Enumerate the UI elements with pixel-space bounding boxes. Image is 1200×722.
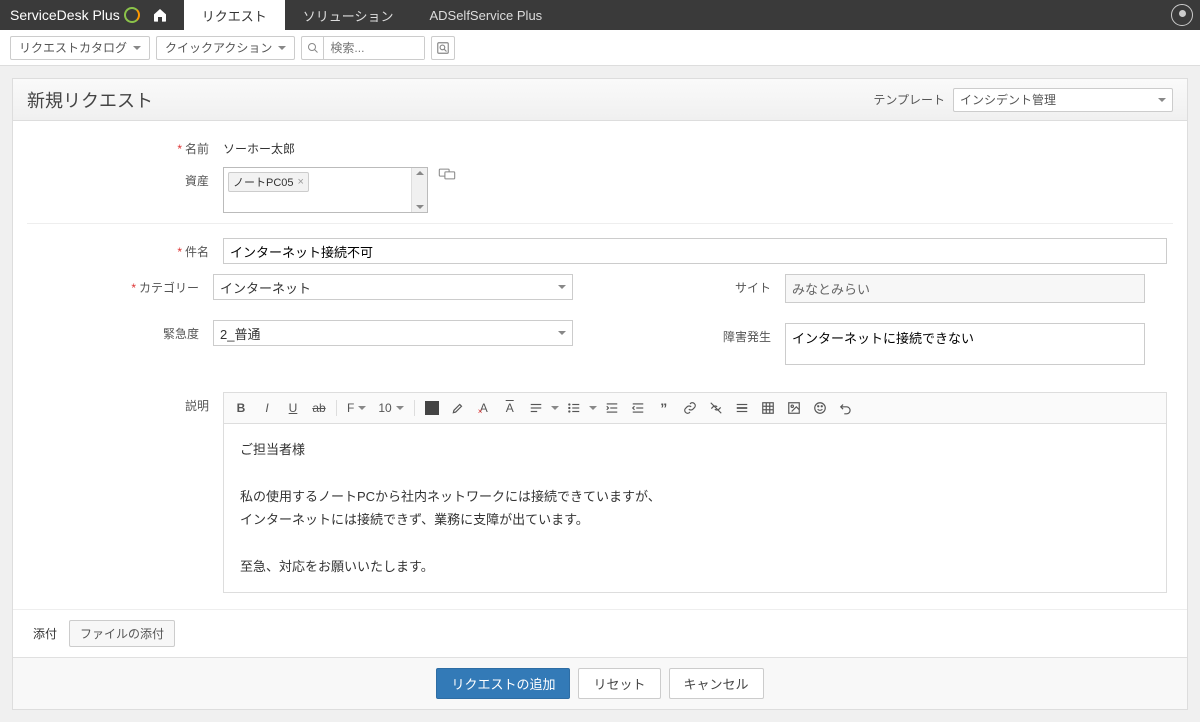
description-textarea[interactable]: ご担当者様 私の使用するノートPCから社内ネットワークには接続できていますが、 … (224, 424, 1166, 592)
chevron-down-icon (558, 331, 566, 335)
link-icon[interactable] (679, 397, 701, 419)
nav-tab-solutions[interactable]: ソリューション (285, 0, 412, 30)
page-header: 新規リクエスト テンプレート インシデント管理 (13, 79, 1187, 121)
site-label: サイト (605, 274, 785, 296)
user-menu[interactable] (1164, 4, 1200, 26)
italic-icon[interactable]: I (256, 397, 278, 419)
search-icon[interactable] (302, 37, 324, 59)
name-value: ソーホー太郎 (223, 135, 1167, 157)
fault-label: 障害発生 (605, 323, 785, 345)
clear-format-icon[interactable]: A× (473, 397, 495, 419)
asset-chip[interactable]: ノートPC05 × (228, 172, 309, 192)
chevron-down-icon (551, 406, 559, 410)
asset-picker-icon[interactable] (438, 167, 456, 181)
scroll-down-icon (416, 205, 424, 209)
brand-logo: ServiceDesk Plus (10, 7, 140, 23)
chevron-down-icon (589, 406, 597, 410)
chevron-down-icon (133, 46, 141, 50)
remove-style-icon[interactable]: A (499, 397, 521, 419)
template-value: インシデント管理 (960, 91, 1056, 108)
subject-label: 件名 (33, 238, 223, 260)
image-icon[interactable] (783, 397, 805, 419)
urgency-label: 緊急度 (33, 320, 213, 342)
attachment-bar: 添付 ファイルの添付 (13, 609, 1187, 657)
brand-swirl-icon (124, 7, 140, 23)
text-color-icon[interactable] (421, 397, 443, 419)
quote-icon[interactable]: ” (653, 397, 675, 419)
nav-tab-label: リクエスト (202, 6, 267, 25)
horizontal-rule-icon[interactable] (731, 397, 753, 419)
scroll-up-icon (416, 171, 424, 175)
form-footer: リクエストの追加 リセット キャンセル (13, 657, 1187, 709)
page-title: 新規リクエスト (27, 87, 153, 113)
chevron-down-icon (358, 406, 366, 410)
nav-tab-requests[interactable]: リクエスト (184, 0, 285, 30)
description-editor: B I U ab F 10 A× A (223, 392, 1167, 593)
nav-tab-label: ソリューション (303, 6, 394, 25)
undo-icon[interactable] (835, 397, 857, 419)
submit-button[interactable]: リクエストの追加 (436, 668, 570, 699)
search-input[interactable] (324, 37, 424, 59)
rte-toolbar: B I U ab F 10 A× A (224, 393, 1166, 424)
request-catalog-dropdown[interactable]: リクエストカタログ (10, 36, 150, 60)
unlink-icon[interactable] (705, 397, 727, 419)
nav-tab-adself[interactable]: ADSelfService Plus (411, 0, 560, 30)
asset-chip-label: ノートPC05 (233, 174, 294, 190)
table-icon[interactable] (757, 397, 779, 419)
chevron-down-icon (558, 285, 566, 289)
request-form-card: 新規リクエスト テンプレート インシデント管理 名前 ソーホー太郎 資産 (12, 78, 1188, 710)
home-icon[interactable] (152, 7, 184, 23)
asset-scrollbar[interactable] (411, 168, 427, 212)
search-scope-button[interactable] (431, 36, 455, 60)
nav-tab-label: ADSelfService Plus (429, 8, 542, 23)
description-label: 説明 (33, 392, 223, 414)
desc-line: 至急、対応をお願いいたします。 (240, 555, 1150, 578)
paragraph-icon[interactable] (525, 397, 547, 419)
category-select[interactable]: インターネット (213, 274, 573, 300)
desc-line: インターネットには接続できず、業務に支障が出ています。 (240, 508, 1150, 531)
indent-icon[interactable] (601, 397, 623, 419)
topbar: ServiceDesk Plus リクエスト ソリューション ADSelfSer… (0, 0, 1200, 30)
highlight-icon[interactable] (447, 397, 469, 419)
attach-file-button[interactable]: ファイルの添付 (69, 620, 175, 647)
strike-icon[interactable]: ab (308, 397, 330, 419)
category-value: インターネット (220, 278, 311, 297)
template-label: テンプレート (873, 91, 945, 108)
site-readonly: みなとみらい (785, 274, 1145, 303)
name-label: 名前 (33, 135, 223, 157)
outdent-icon[interactable] (627, 397, 649, 419)
asset-label: 資産 (33, 167, 223, 189)
attachment-label: 添付 (33, 625, 57, 642)
urgency-select[interactable]: 2_普通 (213, 320, 573, 346)
font-size-dropdown[interactable]: 10 (374, 401, 407, 415)
dropdown-label: クイックアクション (165, 39, 272, 56)
secondary-toolbar: リクエストカタログ クイックアクション (0, 30, 1200, 66)
reset-button[interactable]: リセット (578, 668, 660, 699)
dropdown-label: リクエストカタログ (19, 39, 127, 56)
cancel-button[interactable]: キャンセル (669, 668, 764, 699)
chevron-down-icon (396, 406, 404, 410)
category-label: カテゴリー (33, 274, 213, 296)
template-dropdown[interactable]: インシデント管理 (953, 88, 1173, 112)
template-selector: テンプレート インシデント管理 (873, 88, 1173, 112)
bullet-list-icon[interactable] (563, 397, 585, 419)
user-avatar-icon (1171, 4, 1193, 26)
fault-textarea[interactable]: インターネットに接続できない (785, 323, 1145, 365)
urgency-value: 2_普通 (220, 324, 260, 343)
quick-action-dropdown[interactable]: クイックアクション (156, 36, 295, 60)
font-family-dropdown[interactable]: F (343, 401, 370, 415)
chevron-down-icon (278, 46, 286, 50)
font-size-value: 10 (378, 401, 391, 415)
asset-chip-remove-icon[interactable]: × (298, 176, 304, 188)
chevron-down-icon (1158, 98, 1166, 102)
asset-multiselect[interactable]: ノートPC05 × (223, 167, 428, 213)
bold-icon[interactable]: B (230, 397, 252, 419)
search-box (301, 36, 425, 60)
desc-line: ご担当者様 (240, 438, 1150, 461)
desc-line: 私の使用するノートPCから社内ネットワークには接続できていますが、 (240, 485, 1150, 508)
underline-icon[interactable]: U (282, 397, 304, 419)
emoji-icon[interactable] (809, 397, 831, 419)
brand-text: ServiceDesk Plus (10, 7, 120, 23)
subject-input[interactable] (223, 238, 1167, 264)
